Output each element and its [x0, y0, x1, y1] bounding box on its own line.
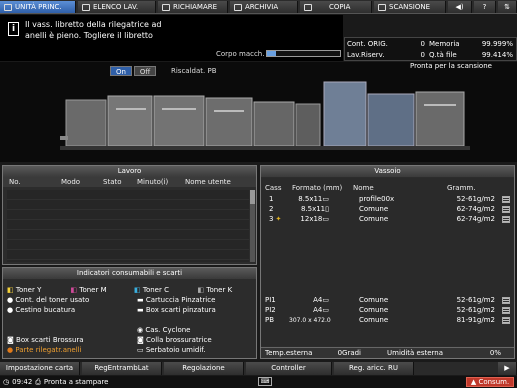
- staple-cartridge-item[interactable]: ▬ Cartuccia Pinzatrice: [137, 296, 215, 305]
- speaker-icon: ◀): [455, 3, 464, 11]
- machine-illustration[interactable]: [60, 78, 480, 158]
- tray-level-icon: [502, 206, 510, 213]
- staple-waste-item[interactable]: ▬ Box scarti pinzatura: [137, 306, 216, 315]
- counter-row-1: Cont. ORIG. 0 Memoria 99.999%: [347, 40, 513, 48]
- counters-panel: Cont. ORIG. 0 Memoria 99.999% Lav.Riserv…: [344, 37, 517, 61]
- tray-panel-title: Vassoio: [261, 166, 514, 177]
- punch-waste-item[interactable]: ● Cestino bucatura: [7, 306, 75, 315]
- counter-row-2: Lav.Riserv. 0 Q.tà file 99.414%: [347, 51, 513, 59]
- cyclone-icon: ◉: [137, 326, 144, 334]
- tray-level-icon: [502, 307, 510, 314]
- toner-c-item[interactable]: ◧ Toner C: [134, 286, 194, 295]
- tray-table-header: Cass Formato (mm) Nome Gramm.: [265, 184, 476, 192]
- help-icon: ?: [482, 3, 487, 11]
- alert-icon: ▲: [470, 378, 477, 386]
- environment-bar: Temp.esterna 0Gradi Umidità esterna 0%: [261, 347, 514, 358]
- tab-copy[interactable]: COPIA: [300, 1, 372, 13]
- keyboard-icon: ⌨: [260, 378, 270, 385]
- consumables-panel: Indicatori consumabili e scarti ◧ Toner …: [2, 267, 257, 359]
- pb-heater-off-button[interactable]: Off: [134, 66, 156, 76]
- pb-heater-label: Riscaldat. PB: [171, 67, 217, 75]
- paper-setting-tab[interactable]: Impostazione carta: [0, 362, 80, 375]
- info-icon: i: [8, 22, 19, 36]
- store-icon: [234, 3, 242, 11]
- scan-icon: [378, 3, 386, 11]
- tab-recall[interactable]: RICHIAMARE: [158, 1, 228, 13]
- copy-icon: [304, 3, 312, 11]
- job-list-scroll-thumb[interactable]: [250, 190, 255, 204]
- volume-button[interactable]: ◀): [448, 1, 472, 13]
- body-level-fill: [267, 51, 276, 56]
- toner-row: ◧ Toner Y ◧ Toner M ◧ Toner C ◧ Toner K: [7, 286, 257, 295]
- tray-row-pi2[interactable]: PI2 A4▭ Comune 52-61g/m2: [261, 306, 514, 315]
- status-left: ◷ 09:42 ⎙ Pronta a stampare: [3, 378, 109, 386]
- next-tab-button[interactable]: ▶: [498, 362, 517, 375]
- controller-tab[interactable]: Controller: [246, 362, 332, 375]
- ring-binder-part-item[interactable]: ● Parte rilegatr.anelli: [7, 346, 82, 355]
- tray-row-1[interactable]: 1 8.5x11▭ profile00x 52-61g/m2: [261, 195, 514, 204]
- consumables-title: Indicatori consumabili e scarti: [3, 268, 256, 279]
- network-button[interactable]: ⇅: [498, 1, 517, 13]
- tray-panel: Vassoio Cass Formato (mm) Nome Gramm. 1 …: [260, 165, 515, 359]
- perfect-bind-waste-icon: ◙: [7, 336, 14, 344]
- adjustment-tab[interactable]: Regolazione: [164, 362, 244, 375]
- network-icon: ⇅: [504, 3, 510, 11]
- tray-level-icon: [502, 297, 510, 304]
- arrow-right-icon: ▶: [504, 364, 510, 372]
- binding-glue-item[interactable]: ◙ Colla brossuratrice: [137, 336, 212, 345]
- job-list-scrollbar[interactable]: [250, 190, 255, 262]
- tray-warning-icon: ✦: [275, 215, 282, 223]
- humidifier-tank-item[interactable]: ▭ Serbatoio umidif.: [137, 346, 205, 355]
- help-button[interactable]: ?: [474, 1, 496, 13]
- body-level-bar: [266, 50, 341, 57]
- tray-row-3[interactable]: 3 ✦ 12x18▭ Comune 62-74g/m2: [261, 215, 514, 224]
- curl-adjust-tab[interactable]: Reg. aricc. RU: [334, 362, 414, 375]
- tray-level-icon: [502, 196, 510, 203]
- job-list-icon: [82, 3, 90, 11]
- staple-waste-icon: ▬: [137, 306, 144, 314]
- waste-toner-item[interactable]: ● Cont. del toner usato: [7, 296, 89, 305]
- glue-icon: ◙: [137, 336, 144, 344]
- printer-status-icon: ⎙: [35, 378, 41, 386]
- perfect-bind-waste-item[interactable]: ◙ Box scarti Brossura: [7, 336, 84, 345]
- consumables-alert-button[interactable]: ▲ Consum.: [466, 377, 514, 387]
- clock-icon: ◷: [3, 378, 10, 386]
- warning-icon: ●: [7, 346, 14, 354]
- tab-store[interactable]: ARCHIVIA: [230, 1, 298, 13]
- waste-toner-icon: ●: [7, 296, 14, 304]
- ready-status: Pronta per la scansione: [410, 62, 492, 70]
- cyclone-box-item[interactable]: ◉ Cas. Cyclone: [137, 326, 190, 335]
- tray-level-icon: [502, 216, 510, 223]
- punch-waste-icon: ●: [7, 306, 14, 314]
- toner-m-item[interactable]: ◧ Toner M: [71, 286, 131, 295]
- tray-row-2[interactable]: 2 8.5x11▯ Comune 62-74g/m2: [261, 205, 514, 214]
- tank-icon: ▭: [137, 346, 144, 354]
- keyboard-button[interactable]: ⌨: [258, 377, 272, 386]
- duplex-adjust-tab[interactable]: RegEntrambLat: [82, 362, 162, 375]
- tray-row-pb[interactable]: PB 307.0 x 472.0 Comune 81-91g/m2: [261, 316, 514, 325]
- job-table-header: No. Modo Stato Minuto(i) Nome utente: [3, 177, 256, 187]
- staple-icon: ▬: [137, 296, 144, 304]
- toner-y-item[interactable]: ◧ Toner Y: [7, 286, 67, 295]
- toner-k-item[interactable]: ◧ Toner K: [198, 286, 258, 295]
- printer-icon: [4, 3, 12, 11]
- tab-job-list[interactable]: ELENCO LAV.: [78, 1, 156, 13]
- status-message: Il vass. libretto della rilegatrice ad a…: [25, 20, 162, 40]
- job-panel-title: Lavoro: [3, 166, 256, 177]
- tray-row-pi1[interactable]: PI1 A4▭ Comune 52-61g/m2: [261, 296, 514, 305]
- job-list[interactable]: [7, 190, 249, 262]
- recall-icon: [162, 3, 170, 11]
- tab-scan[interactable]: SCANSIONE: [374, 1, 446, 13]
- tab-main-unit[interactable]: UNITÀ PRINC.: [0, 1, 76, 13]
- job-panel: Lavoro No. Modo Stato Minuto(i) Nome ute…: [2, 165, 257, 265]
- body-label: Corpo macch.: [216, 50, 265, 58]
- tray-level-icon: [502, 317, 510, 324]
- pb-heater-on-button[interactable]: On: [110, 66, 132, 76]
